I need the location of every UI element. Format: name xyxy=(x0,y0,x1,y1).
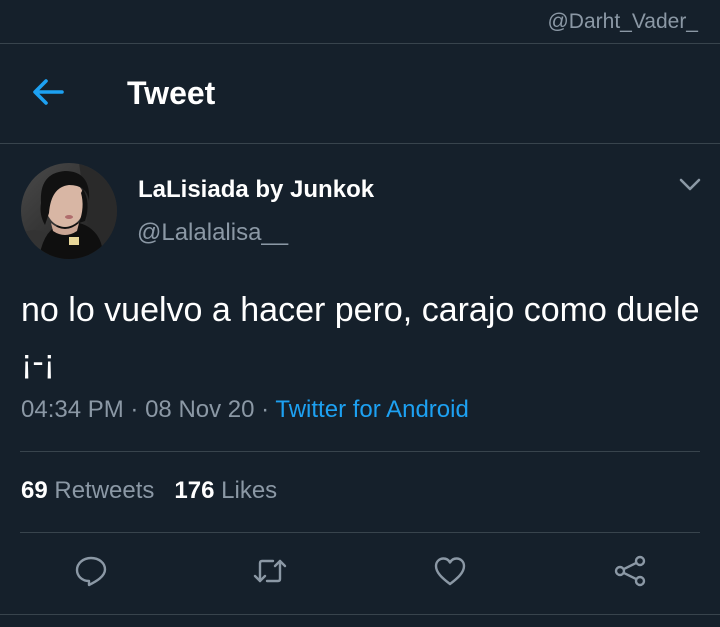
header-divider xyxy=(0,143,720,144)
likes-count: 176 xyxy=(174,477,215,504)
like-icon xyxy=(433,555,467,592)
tweet-time: 04:34 PM xyxy=(21,396,124,423)
more-options-button[interactable] xyxy=(676,176,704,198)
tweet-stats: 69 Retweets 176 Likes xyxy=(21,477,277,505)
meta-divider xyxy=(20,451,700,452)
tweet-meta: 04:34 PM · 08 Nov 20 · Twitter for Andro… xyxy=(21,396,469,424)
avatar[interactable] xyxy=(21,163,117,259)
author-handle[interactable]: @Lalalalisa__ xyxy=(137,219,288,247)
meta-separator: · xyxy=(261,396,270,423)
retweet-button[interactable] xyxy=(252,555,288,591)
retweet-icon xyxy=(252,556,288,591)
bottom-divider xyxy=(0,614,720,615)
arrow-left-icon xyxy=(31,78,65,111)
like-button[interactable] xyxy=(432,555,468,591)
likes-label: Likes xyxy=(221,477,278,504)
meta-separator: · xyxy=(130,396,139,423)
share-button[interactable] xyxy=(612,555,648,591)
back-button[interactable] xyxy=(28,77,68,111)
tweet-date: 08 Nov 20 xyxy=(145,396,255,423)
page-title: Tweet xyxy=(127,75,216,111)
chevron-down-icon xyxy=(679,178,701,197)
tweet-text: no lo vuelvo a hacer pero, carajo como d… xyxy=(21,291,700,381)
author-display-name[interactable]: LaLisiada by Junkok xyxy=(138,176,374,204)
tweet-header: Tweet xyxy=(0,44,720,144)
watermark: @Darht_Vader_ xyxy=(547,10,698,33)
share-icon xyxy=(613,554,647,593)
stats-divider xyxy=(20,532,700,533)
reply-button[interactable] xyxy=(73,555,109,591)
retweets-count: 69 xyxy=(21,477,48,504)
tweet-source-link[interactable]: Twitter for Android xyxy=(275,396,468,423)
retweets-label: Retweets xyxy=(54,477,155,504)
retweets-stat[interactable]: 69 Retweets xyxy=(21,477,154,504)
likes-stat[interactable]: 176 Likes xyxy=(174,477,277,504)
reply-icon xyxy=(74,554,108,593)
